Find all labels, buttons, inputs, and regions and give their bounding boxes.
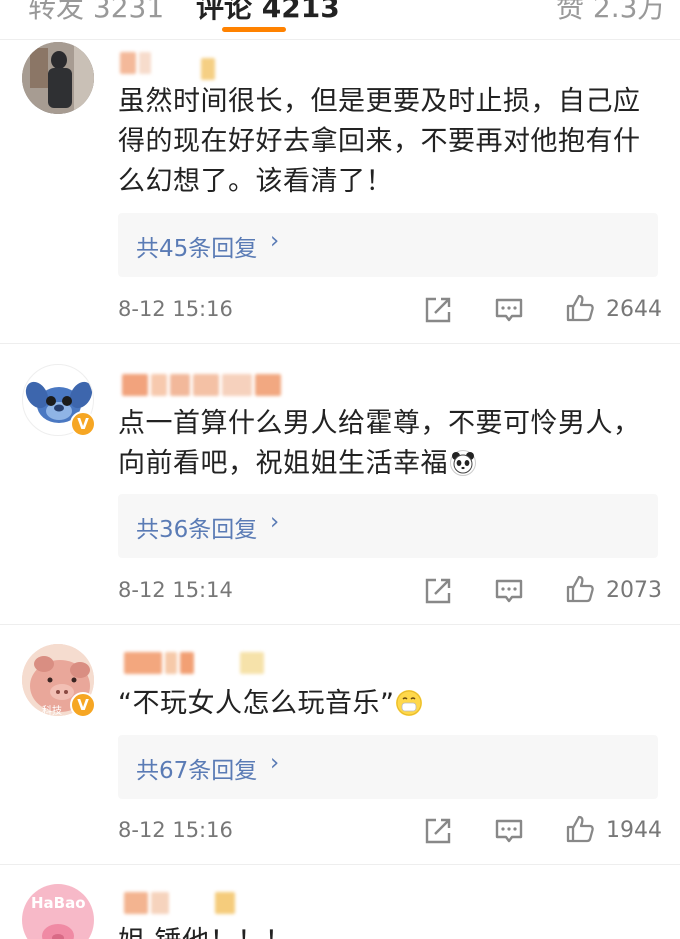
comment-text: “不玩女人怎么玩音乐” [118, 684, 663, 724]
panda-emoji [450, 450, 476, 476]
comment-text-body: 点一首算什么男人给霍尊，不要可怜男人，向前看吧，祝姐姐生活幸福 [118, 408, 641, 479]
avatar-caption: 科技 [42, 706, 62, 716]
blurred-username[interactable] [124, 652, 264, 674]
avatar[interactable]: HaBao [22, 884, 94, 939]
verified-badge: V [70, 692, 96, 718]
active-tab-indicator [222, 27, 286, 32]
blurred-username[interactable] [120, 52, 215, 80]
divider [0, 624, 680, 625]
avatar[interactable] [22, 42, 94, 114]
comment-icon[interactable] [494, 295, 524, 325]
blurred-username[interactable] [124, 892, 235, 914]
comment-text: 姐 锤他！！！ [118, 922, 663, 939]
chevron-right-icon: › [270, 509, 280, 535]
tab-likes[interactable]: 赞 2.3万 [556, 0, 665, 26]
top-tab-bar: 转发 3231 评论 4213 赞 2.3万 [0, 0, 680, 40]
chevron-right-icon: › [270, 750, 280, 776]
comment-text: 点一首算什么男人给霍尊，不要可怜男人，向前看吧，祝姐姐生活幸福 [118, 404, 663, 484]
replies-count-label: 共36条回复 [136, 517, 258, 543]
like-count: 2073 [606, 578, 662, 603]
like-icon[interactable] [565, 814, 595, 844]
pig-logo-icon [42, 924, 74, 939]
repost-icon[interactable] [423, 816, 453, 846]
repost-icon[interactable] [423, 295, 453, 325]
divider [0, 343, 680, 344]
blurred-username[interactable] [122, 374, 281, 396]
tab-comments[interactable]: 评论 4213 [196, 0, 340, 26]
comment-icon[interactable] [494, 816, 524, 846]
comment-timestamp: 8-12 15:16 [118, 818, 233, 842]
comment-timestamp: 8-12 15:14 [118, 578, 233, 602]
avatar-photo-icon [22, 42, 94, 114]
like-count: 1944 [606, 818, 662, 843]
tab-repost[interactable]: 转发 3231 [28, 0, 164, 26]
verified-badge: V [70, 411, 96, 437]
mask-emoji [396, 690, 423, 716]
comment-icon[interactable] [494, 576, 524, 606]
replies-count-label: 共67条回复 [136, 758, 258, 784]
comment-text: 虽然时间很长，但是更要及时止损，自己应得的现在好好去拿回来，不要再对他抱有什么幻… [118, 86, 641, 197]
replies-link[interactable]: 共45条回复 › [118, 213, 658, 277]
comment-timestamp: 8-12 15:16 [118, 297, 233, 321]
like-icon[interactable] [565, 293, 595, 323]
chevron-right-icon: › [270, 228, 280, 254]
like-count: 2644 [606, 297, 662, 322]
repost-icon[interactable] [423, 576, 453, 606]
replies-link[interactable]: 共67条回复 › [118, 735, 658, 799]
replies-count-label: 共45条回复 [136, 236, 258, 262]
replies-link[interactable]: 共36条回复 › [118, 494, 658, 558]
divider [0, 864, 680, 865]
like-icon[interactable] [565, 574, 595, 604]
comment-text-body: “不玩女人怎么玩音乐” [118, 688, 395, 719]
